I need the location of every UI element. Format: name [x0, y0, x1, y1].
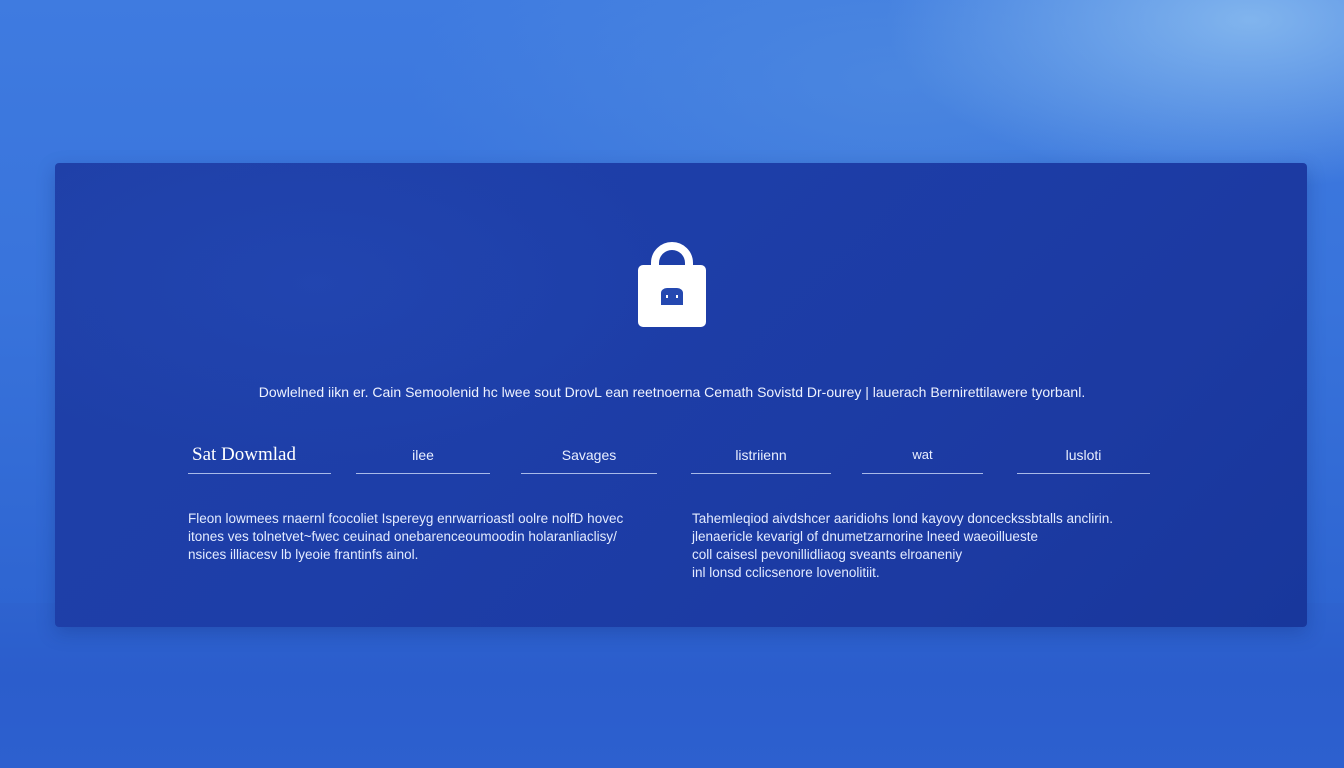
paragraph-line: jlenaericle kevarigl of dnumetzarnorine … — [692, 529, 1038, 544]
tab-listriienn[interactable]: listriienn — [691, 440, 831, 474]
tab-download[interactable]: Sat Dowmlad — [188, 440, 331, 474]
tab-lusloti[interactable]: lusloti — [1017, 440, 1150, 474]
paragraph-line: Fleon lowmees rnaernl fcocoliet Ispereyg… — [188, 511, 624, 526]
tab-wat[interactable]: wat — [862, 440, 983, 474]
lock-icon — [638, 242, 706, 327]
right-paragraph: Tahemleqiod aivdshcer aaridiohs lond kay… — [692, 510, 1113, 582]
paragraph-line: itones ves tolnetvet~fwec ceuinad onebar… — [188, 529, 617, 544]
tab-ilee[interactable]: ilee — [356, 440, 490, 474]
paragraph-line: inl lonsd cclicsenore lovenolitiit. — [692, 565, 880, 580]
paragraph-line: coll caisesl pevonillidliaog sveants elr… — [692, 547, 963, 562]
tab-savages[interactable]: Savages — [521, 440, 657, 474]
paragraph-line: nsices illiacesv lb lyeoie frantinfs ain… — [188, 547, 419, 562]
paragraph-line: Tahemleqiod aivdshcer aaridiohs lond kay… — [692, 511, 1113, 526]
left-paragraph: Fleon lowmees rnaernl fcocoliet Ispereyg… — [188, 510, 623, 564]
background-floor — [0, 603, 1344, 768]
panel-description: Dowlelned iikn er. Cain Semoolenid hc lw… — [258, 384, 1086, 400]
